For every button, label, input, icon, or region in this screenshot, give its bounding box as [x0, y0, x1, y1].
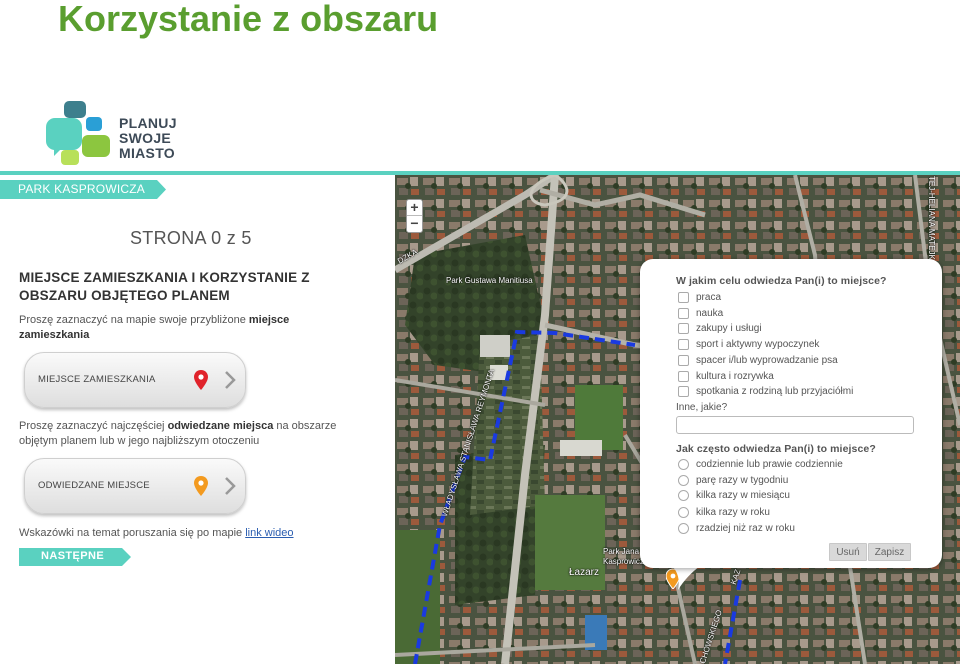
radio-button[interactable] [678, 507, 689, 518]
orange-pin-icon [194, 476, 208, 496]
option-label: rzadziej niż raz w roku [696, 523, 795, 534]
question-frequency: Jak często odwiedza Pan(i) to miejsce? [676, 443, 876, 455]
red-pin-icon [194, 370, 208, 390]
intro-visited: Proszę zaznaczyć najczęściej odwiedzane … [19, 419, 339, 449]
logo-wordmark: PLANUJ SWOJE MIASTO [119, 116, 177, 161]
option-label: codziennie lub prawie codziennie [696, 459, 843, 470]
logo-line: PLANUJ [119, 115, 177, 131]
intro-visited-bold: odwiedzane miejsca [167, 420, 274, 432]
park-tab-label: PARK KASPROWICZA [18, 182, 145, 196]
radio-button[interactable] [678, 523, 689, 534]
logo-line: SWOJE [119, 130, 172, 146]
radio-button[interactable] [678, 490, 689, 501]
radio-button[interactable] [678, 475, 689, 486]
save-button[interactable]: Zapisz [868, 543, 911, 561]
chevron-right-icon [225, 477, 236, 495]
park-tab[interactable]: PARK KASPROWICZA [0, 180, 166, 199]
home-location-label: MIEJSCE ZAMIESZKANIA [38, 374, 156, 385]
option-label: spacer i/lub wyprowadzanie psa [696, 355, 838, 366]
map-label-street: TEJ-HELIANA MATEJKI [927, 176, 936, 262]
option-label: nauka [696, 308, 724, 319]
checkbox[interactable] [678, 371, 689, 382]
hint-text: Wskazówki na temat poruszania się po map… [19, 526, 349, 541]
intro-home-text: Proszę zaznaczyć na mapie swoje przybliż… [19, 314, 249, 326]
checkbox[interactable] [678, 308, 689, 319]
next-button-label: NASTĘPNE [41, 550, 105, 562]
zoom-out-button[interactable]: − [407, 216, 422, 232]
map-label-text: TEJ-HELIANA MATEJKI [927, 176, 936, 263]
intro-visited-text: Proszę zaznaczyć najczęściej [19, 420, 168, 432]
slide-title: Korzystanie z obszaru [58, 0, 439, 39]
checkbox[interactable] [678, 386, 689, 397]
zoom-control: + − [406, 199, 423, 233]
visited-place-button[interactable]: ODWIEDZANE MIEJSCE [24, 458, 246, 514]
visit-purpose-popup: W jakim celu odwiedza Pan(i) to miejsce?… [640, 259, 942, 568]
zoom-in-button[interactable]: + [407, 200, 422, 216]
delete-button[interactable]: Usuń [829, 543, 867, 561]
map-label-text: Łazarz [569, 567, 600, 578]
page-counter: STRONA 0 z 5 [130, 228, 252, 248]
map-label-text: Park Gustawa Manitiusa [446, 276, 533, 285]
checkbox[interactable] [678, 339, 689, 350]
option-label: kilka razy w miesiącu [696, 490, 790, 501]
logo-line: MIASTO [119, 145, 175, 161]
option-label: zakupy i usługi [696, 323, 762, 334]
map-label-park-manitiusa: Park Gustawa Manitiusa [446, 276, 533, 285]
video-link[interactable]: link wideo [245, 527, 293, 539]
question-purpose: W jakim celu odwiedza Pan(i) to miejsce? [676, 275, 887, 287]
map-label-lazarz: Łazarz [569, 567, 599, 578]
visited-place-label: ODWIEDZANE MIEJSCE [38, 480, 150, 491]
home-location-button[interactable]: MIEJSCE ZAMIESZKANIA [24, 352, 246, 408]
checkbox[interactable] [678, 292, 689, 303]
checkbox[interactable] [678, 323, 689, 334]
section-heading: MIEJSCE ZAMIESZKANIA I KORZYSTANIE Z OBS… [19, 270, 310, 303]
option-label: sport i aktywny wypoczynek [696, 339, 820, 350]
radio-button[interactable] [678, 459, 689, 470]
option-label: kultura i rozrywka [696, 371, 774, 382]
option-label: kilka razy w roku [696, 507, 770, 518]
option-label: parę razy w tygodniu [696, 475, 789, 486]
option-label: spotkania z rodziną lub przyjaciółmi [696, 386, 854, 397]
hint-text-body: Wskazówki na temat poruszania się po map… [19, 527, 246, 539]
option-label: praca [696, 292, 722, 303]
next-button[interactable]: NASTĘPNE [19, 548, 131, 566]
popup-tail [672, 566, 700, 590]
chevron-right-icon [225, 371, 236, 389]
checkbox[interactable] [678, 355, 689, 366]
other-purpose-input[interactable] [676, 416, 914, 434]
other-purpose-label: Inne, jakie? [676, 402, 728, 413]
intro-home: Proszę zaznaczyć na mapie swoje przybliż… [19, 313, 319, 343]
